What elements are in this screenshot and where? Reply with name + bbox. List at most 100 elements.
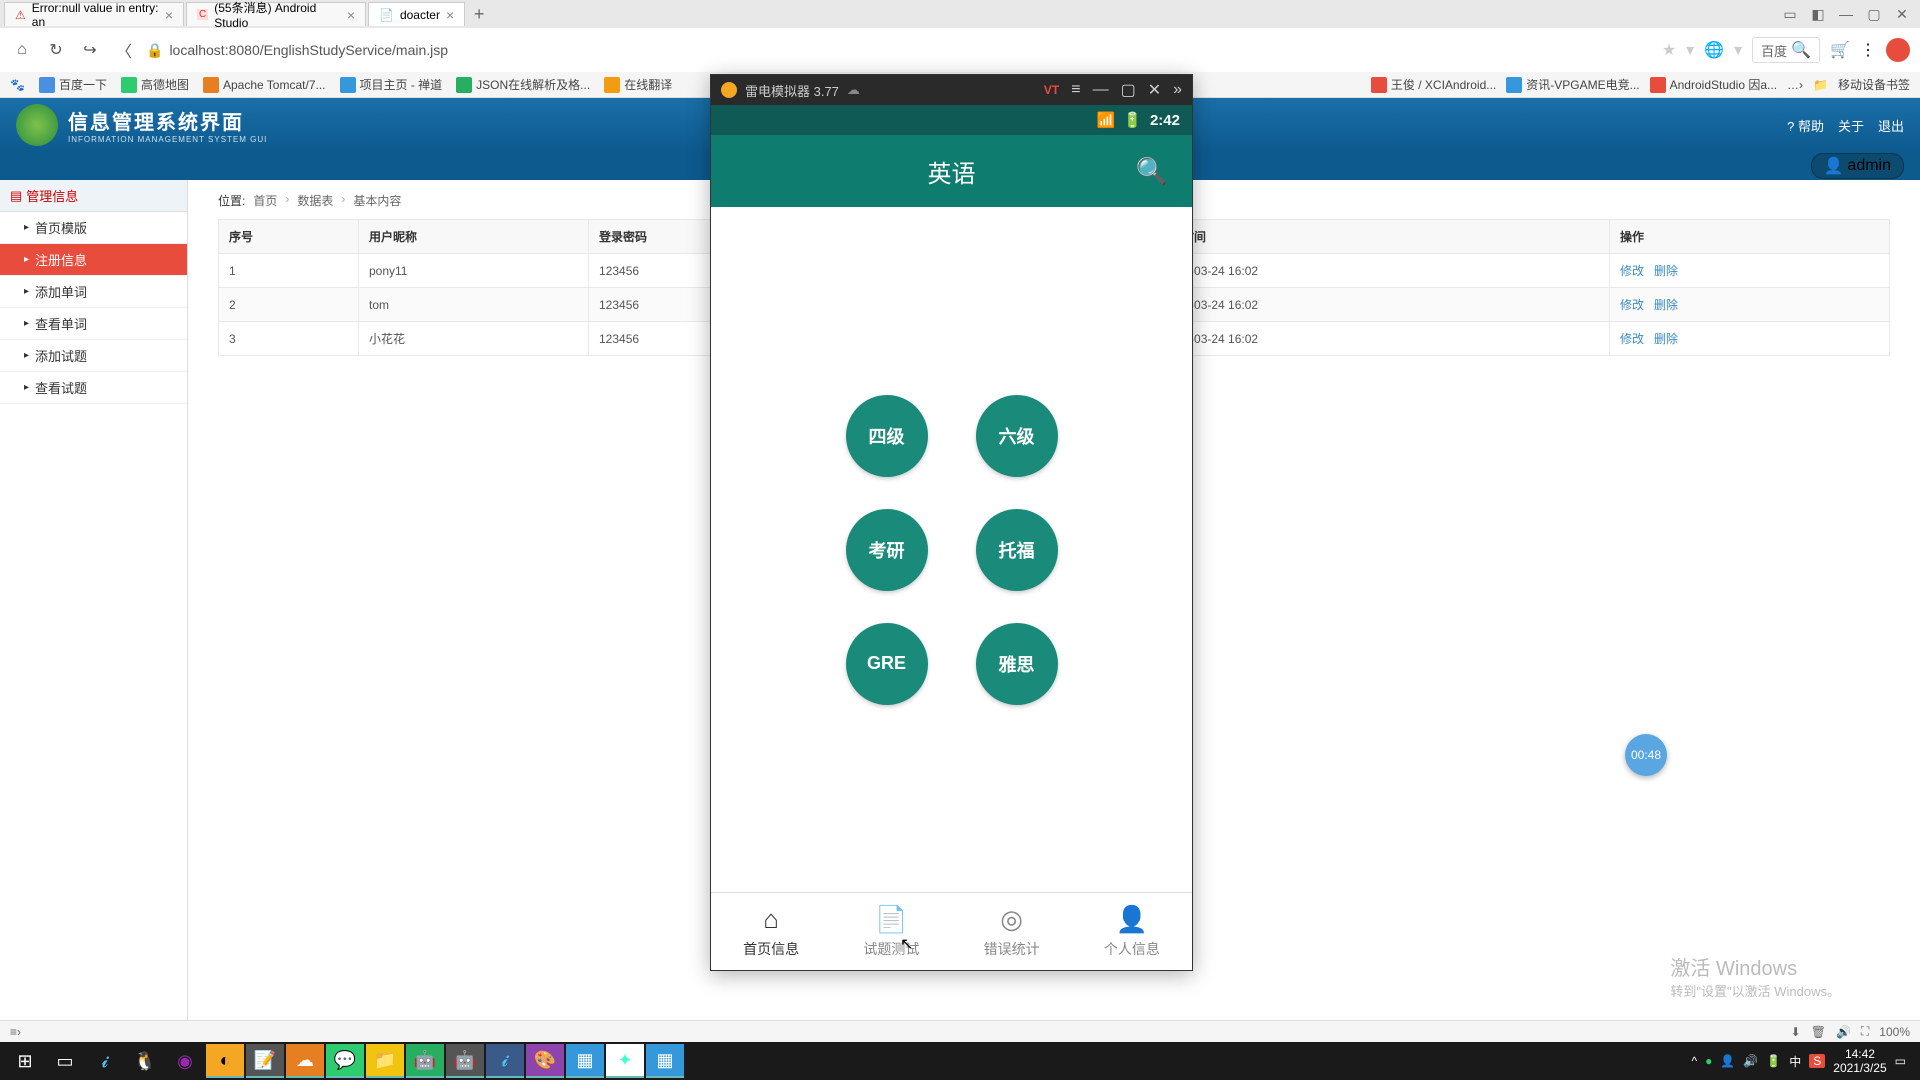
status-icon[interactable]: ≡› <box>10 1025 21 1039</box>
taskbar-app[interactable]: 📝 <box>246 1044 284 1078</box>
trash-icon[interactable]: 🗑 <box>1811 1025 1826 1039</box>
tray-ime[interactable]: 中 <box>1789 1053 1801 1070</box>
star-icon[interactable]: ★ <box>1662 40 1676 60</box>
vt-indicator[interactable]: VT <box>1044 83 1059 97</box>
taskbar-app[interactable]: ✦ <box>606 1044 644 1078</box>
close-icon[interactable]: ✕ <box>1148 80 1161 100</box>
tray-icon[interactable]: ● <box>1705 1054 1712 1068</box>
reload-icon[interactable]: ↻ <box>44 38 68 62</box>
tray-icon[interactable]: S <box>1809 1054 1825 1068</box>
level-button-gre[interactable]: GRE <box>846 623 928 705</box>
taskbar-app[interactable]: ◉ <box>166 1044 204 1078</box>
window-close-icon[interactable]: ✕ <box>1892 4 1912 24</box>
tray-clock[interactable]: 14:42 2021/3/25 <box>1833 1047 1886 1076</box>
tray-volume-icon[interactable]: 🔊 <box>1743 1054 1758 1068</box>
folder-icon[interactable]: 📁 <box>1813 78 1828 92</box>
help-link[interactable]: ? 帮助 <box>1787 116 1824 135</box>
back-icon[interactable]: 〈 <box>112 38 136 62</box>
sidebar-item-view-word[interactable]: ▸查看单词 <box>0 308 187 340</box>
window-maximize-icon[interactable]: ▢ <box>1864 4 1884 24</box>
level-button-toefl[interactable]: 托福 <box>976 509 1058 591</box>
sidebar-item-register[interactable]: ▸注册信息 <box>0 244 187 276</box>
system-tray[interactable]: ^ ● 👤 🔊 🔋 中 S 14:42 2021/3/25 ▭ <box>1691 1047 1914 1076</box>
delete-link[interactable]: 删除 <box>1654 332 1678 346</box>
cart-icon[interactable]: 🛒 <box>1830 40 1850 60</box>
url-box[interactable]: 🔒 localhost:8080/EnglishStudyService/mai… <box>146 42 1652 59</box>
about-link[interactable]: 关于 <box>1838 116 1864 135</box>
taskbar-app[interactable]: 🤖 <box>406 1044 444 1078</box>
chevron-down-icon[interactable]: ▾ <box>1734 40 1742 60</box>
taskbar-app[interactable]: 𝓲 <box>486 1044 524 1078</box>
sidebar-item-view-question[interactable]: ▸查看试题 <box>0 372 187 404</box>
tray-icon[interactable]: 👤 <box>1720 1054 1735 1068</box>
close-icon[interactable]: × <box>347 7 355 23</box>
breadcrumb-item[interactable]: 数据表 <box>297 192 333 209</box>
tray-chevron-icon[interactable]: ^ <box>1691 1054 1697 1068</box>
delete-link[interactable]: 删除 <box>1654 264 1678 278</box>
nav-home[interactable]: ⌂ 首页信息 <box>711 893 831 970</box>
nav-profile[interactable]: 👤 个人信息 <box>1072 893 1192 970</box>
bookmark-toggle-icon[interactable]: 🐾 <box>10 78 25 92</box>
globe-icon[interactable]: 🌐 <box>1704 40 1724 60</box>
edit-link[interactable]: 修改 <box>1620 264 1644 278</box>
browser-tab-1[interactable]: C (55条消息) Android Studio × <box>186 2 366 26</box>
home-icon[interactable]: ⌂ <box>10 38 34 62</box>
minimize-icon[interactable]: — <box>1093 81 1109 99</box>
taskbar-app[interactable]: ☁ <box>286 1044 324 1078</box>
tray-notification-icon[interactable]: ▭ <box>1895 1054 1906 1068</box>
delete-link[interactable]: 删除 <box>1654 298 1678 312</box>
level-button-ielts[interactable]: 雅思 <box>976 623 1058 705</box>
window-restore-icon[interactable]: ◧ <box>1808 4 1828 24</box>
download-icon[interactable]: ⬇ <box>1791 1025 1801 1039</box>
volume-icon[interactable]: 🔊 <box>1836 1025 1851 1039</box>
avatar[interactable] <box>1886 38 1910 62</box>
taskbar-app[interactable]: 💬 <box>326 1044 364 1078</box>
taskbar-app[interactable]: ▦ <box>646 1044 684 1078</box>
chevron-down-icon[interactable]: ▾ <box>1686 40 1694 60</box>
edit-link[interactable]: 修改 <box>1620 298 1644 312</box>
taskbar-app[interactable]: 📁 <box>366 1044 404 1078</box>
task-view-button[interactable]: ▭ <box>46 1044 84 1078</box>
zoom-level[interactable]: 100% <box>1879 1025 1910 1039</box>
sidebar-item-add-question[interactable]: ▸添加试题 <box>0 340 187 372</box>
close-icon[interactable]: × <box>446 7 454 23</box>
taskbar-app[interactable]: 𝓲 <box>86 1044 124 1078</box>
bookmark-item[interactable]: 项目主页 - 禅道 <box>340 76 443 93</box>
maximize-icon[interactable]: ▢ <box>1121 80 1136 100</box>
forward-icon[interactable]: ↪ <box>78 38 102 62</box>
new-tab-button[interactable]: + <box>467 2 491 26</box>
level-button-kaoyan[interactable]: 考研 <box>846 509 928 591</box>
browser-tab-2[interactable]: 📄 doacter × <box>368 2 465 26</box>
tray-battery-icon[interactable]: 🔋 <box>1766 1054 1781 1068</box>
breadcrumb-item[interactable]: 首页 <box>253 192 277 209</box>
taskbar-app[interactable]: ▦ <box>566 1044 604 1078</box>
close-icon[interactable]: × <box>165 7 173 23</box>
exit-link[interactable]: 退出 <box>1878 116 1904 135</box>
more-icon[interactable]: …› <box>1787 78 1803 92</box>
sidebar-item-add-word[interactable]: ▸添加单词 <box>0 276 187 308</box>
nav-test[interactable]: 📄 试题测试 <box>831 893 951 970</box>
bookmark-item[interactable]: 百度一下 <box>39 76 107 93</box>
bookmark-item[interactable]: 高德地图 <box>121 76 189 93</box>
user-chip[interactable]: 👤 admin <box>1811 153 1905 179</box>
level-button-cet4[interactable]: 四级 <box>846 395 928 477</box>
window-minimize-icon[interactable]: — <box>1836 4 1856 24</box>
nav-stats[interactable]: ◎ 错误统计 <box>952 893 1072 970</box>
expand-icon[interactable]: ⛶ <box>1861 1024 1869 1039</box>
edit-link[interactable]: 修改 <box>1620 332 1644 346</box>
taskbar-app[interactable]: 🤖 <box>446 1044 484 1078</box>
start-button[interactable]: ⊞ <box>6 1044 44 1078</box>
menu-icon[interactable]: ≡ <box>1071 81 1080 99</box>
bookmark-item[interactable]: 在线翻译 <box>604 76 672 93</box>
emulator-title-bar[interactable]: 雷电模拟器 3.77 ☁ VT ≡ — ▢ ✕ » <box>711 75 1192 105</box>
recording-timer[interactable]: 00:48 <box>1625 734 1667 776</box>
search-icon[interactable]: 🔍 <box>1136 156 1168 187</box>
level-button-cet6[interactable]: 六级 <box>976 395 1058 477</box>
taskbar-app[interactable]: 🎨 <box>526 1044 564 1078</box>
mobile-bookmarks[interactable]: 移动设备书签 <box>1838 76 1910 93</box>
search-engine-box[interactable]: 百度 🔍 <box>1752 37 1820 63</box>
taskbar-app[interactable]: 🐧 <box>126 1044 164 1078</box>
bookmark-item[interactable]: Apache Tomcat/7... <box>203 77 326 93</box>
bookmark-item[interactable]: JSON在线解析及格... <box>456 76 590 93</box>
taskbar-app[interactable]: ◐ <box>206 1044 244 1078</box>
